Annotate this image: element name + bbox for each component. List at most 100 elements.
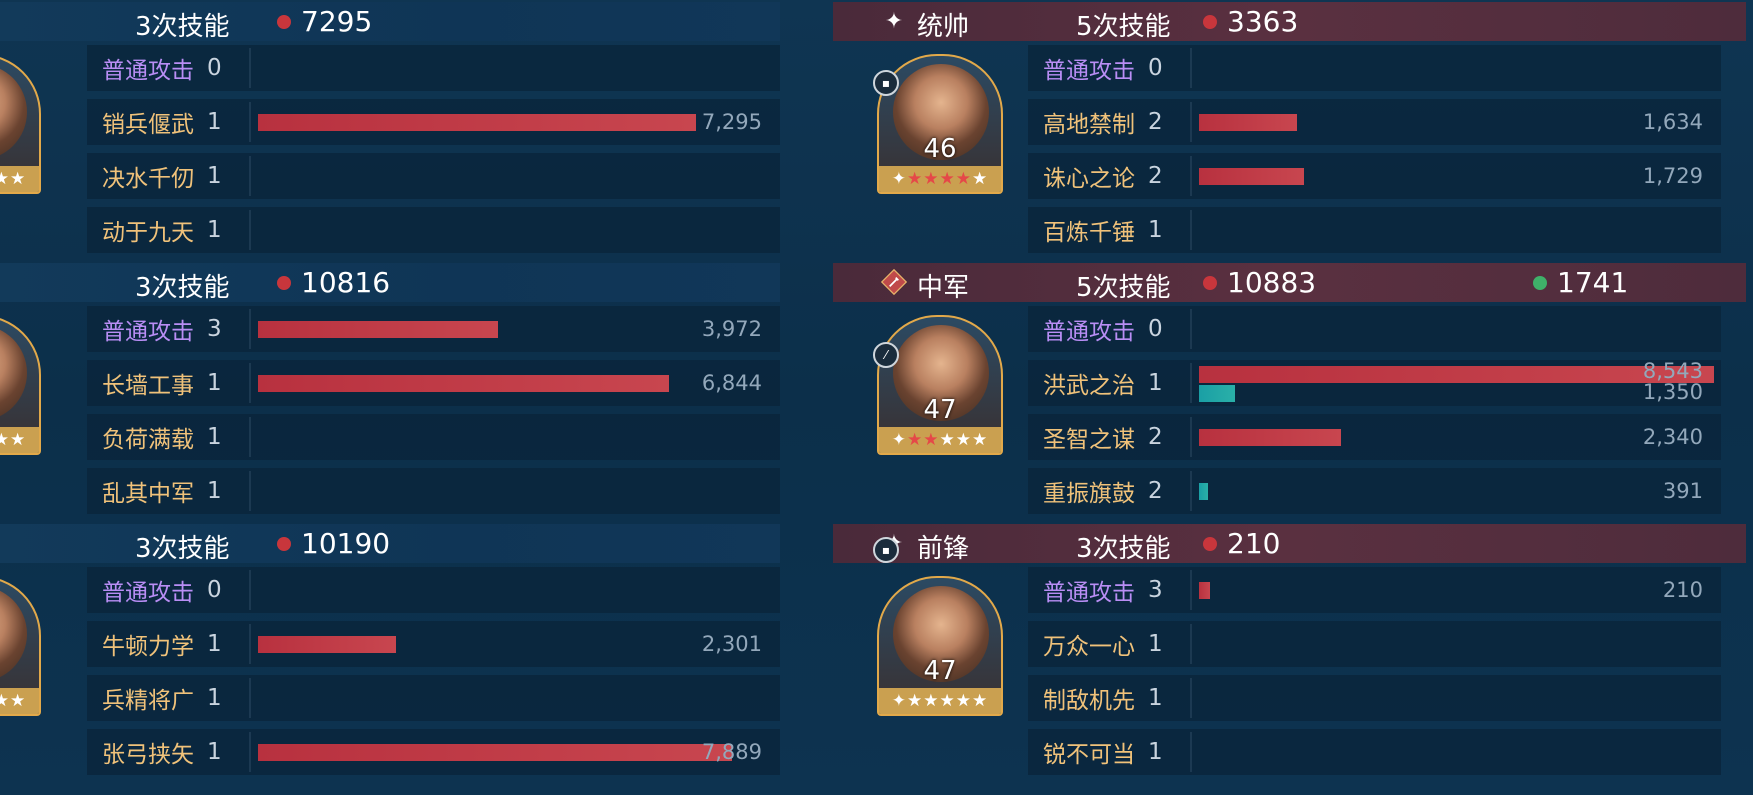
skill-trigger-count: 1 [207, 739, 222, 765]
total-damage: 3363 [1227, 5, 1299, 38]
role-section: 统帅3次技能729546✦★★★★★普通攻击0销兵偃武17,295决水千仞1动于… [0, 0, 780, 261]
row-divider [1190, 156, 1192, 196]
skill-row: 负荷满载 1 [87, 414, 780, 460]
skill-name: 洪武之治 [1043, 373, 1135, 399]
tank-unit-icon: ▪ [873, 70, 899, 96]
skill-trigger-count: 1 [207, 217, 222, 243]
skill-trigger-count: 2 [1148, 109, 1163, 135]
heal-value: 1,350 [1642, 380, 1703, 404]
skill-trigger-count: 2 [1148, 478, 1163, 504]
skill-trigger-count: 0 [207, 577, 222, 603]
star-icon: ★ [923, 691, 940, 711]
role-section: 前锋3次技能1019046✦★★★★★普通攻击0牛顿力学12,301兵精将广1张… [0, 522, 780, 783]
skill-trigger-count: 1 [207, 685, 222, 711]
row-divider [249, 210, 251, 250]
skill-row: 决水千仞 1 [87, 153, 780, 199]
row-divider [249, 156, 251, 196]
total-damage: 7295 [301, 5, 373, 38]
skill-row: 销兵偃武 1 7,295 [87, 99, 780, 145]
hero-level: 47 [923, 395, 957, 425]
skill-trigger-count: 1 [1148, 631, 1163, 657]
skill-trigger-count: 3 [1148, 577, 1163, 603]
skill-trigger-count: 0 [1148, 316, 1163, 342]
star-icon: ★ [907, 691, 924, 711]
row-divider [249, 417, 251, 457]
skill-trigger-count: 1 [207, 163, 222, 189]
skill-name: 制敌机先 [1043, 688, 1135, 714]
skill-row: 锐不可当 1 [1028, 729, 1721, 775]
star-icon: ★ [0, 691, 10, 711]
section-header: 中军3次技能10816 [0, 263, 780, 303]
star-rating: ✦★★★★★ [879, 427, 1001, 453]
skill-name: 乱其中军 [102, 481, 194, 507]
skill-trigger-count: 3 [207, 316, 222, 342]
skill-name: 负荷满载 [102, 427, 194, 453]
skill-row: 普通攻击 0 [87, 45, 780, 91]
total-damage: 10816 [301, 266, 391, 299]
emblem-icon: ✦ [891, 430, 907, 450]
role-section: 中军 5次技能 10883 1741 47 ✦★★★★★ ⁄ 普通攻击 0 洪武之治 1 8,543 1… [833, 261, 1746, 522]
section-header: ✦ 统帅 5次技能 3363 [833, 2, 1746, 42]
damage-value: 8,543 [1642, 359, 1703, 383]
damage-bar [258, 744, 733, 761]
row-divider [1190, 417, 1192, 457]
skill-trigger-count: 1 [1148, 370, 1163, 396]
damage-value: 1,729 [1642, 164, 1703, 188]
skill-trigger-count: 1 [1148, 217, 1163, 243]
skill-row: 万众一心 1 [1028, 621, 1721, 667]
hero-level: 46 [0, 395, 39, 425]
skill-name: 长墙工事 [102, 373, 194, 399]
skill-row: 圣智之谋 2 2,340 [1028, 414, 1721, 460]
section-header: 前锋3次技能10190 [0, 524, 780, 564]
row-divider [1190, 570, 1192, 610]
role-section: 中军3次技能1081646✦★★★★★普通攻击33,972长墙工事16,844负… [0, 261, 780, 522]
hero-level: 47 [923, 656, 957, 686]
heal-bar [1199, 483, 1208, 500]
row-divider [249, 309, 251, 349]
hero-portrait[interactable]: 46✦★★★★★ [0, 576, 41, 716]
skill-name: 普通攻击 [102, 58, 194, 84]
star-icon: ★ [939, 430, 956, 450]
damage-bar [258, 114, 696, 131]
star-rating: ✦★★★★★ [879, 688, 1001, 714]
damage-value: 7,889 [701, 740, 762, 764]
right-team-panel: ✦ 统帅 5次技能 3363 46 ✦★★★★★ ▪ 普通攻击 0 高地禁制 2 1,634 诛心之论 2… [833, 0, 1746, 795]
hero-level: 46 [0, 656, 39, 686]
skill-row: 洪武之治 1 8,543 1,350 [1028, 360, 1721, 406]
emblem-icon: ✦ [891, 169, 907, 189]
sparkle-icon: ✦ [884, 8, 904, 34]
skill-name: 百炼千锤 [1043, 220, 1135, 246]
skill-trigger-count: 2 [1148, 163, 1163, 189]
star-icon: ★ [955, 169, 972, 189]
role-label: 中军 [917, 273, 970, 303]
hero-portrait[interactable]: 47 ✦★★★★★ [877, 576, 1003, 716]
total-damage: 10190 [301, 527, 391, 560]
damage-value: 210 [1662, 578, 1703, 602]
damage-bar [1199, 429, 1341, 446]
damage-dot-icon [277, 15, 291, 29]
skill-row: 普通攻击 0 [87, 567, 780, 613]
tank-unit-icon: ▪ [873, 537, 899, 563]
hero-portrait[interactable]: 47 ✦★★★★★ [877, 315, 1003, 455]
role-section: ✦ 统帅 5次技能 3363 46 ✦★★★★★ ▪ 普通攻击 0 高地禁制 2 1,634 诛心之论 2… [833, 0, 1746, 261]
star-icon: ★ [907, 169, 924, 189]
hero-portrait[interactable]: 46✦★★★★★ [0, 315, 41, 455]
skill-trigger-count: 1 [207, 424, 222, 450]
skill-trigger-count: 1 [1148, 739, 1163, 765]
damage-bar [1199, 366, 1714, 383]
row-divider [1190, 363, 1192, 403]
skill-row: 牛顿力学 1 2,301 [87, 621, 780, 667]
skill-row: 兵精将广 1 [87, 675, 780, 721]
skill-trigger-count: 1 [1148, 685, 1163, 711]
star-icon: ★ [0, 430, 10, 450]
star-icon: ★ [972, 169, 989, 189]
hero-portrait[interactable]: 46✦★★★★★ [0, 54, 41, 194]
damage-dot-icon [1203, 537, 1217, 551]
skill-trigger-count: 1 [207, 631, 222, 657]
skill-row: 普通攻击 0 [1028, 306, 1721, 352]
skill-row: 普通攻击 3 3,972 [87, 306, 780, 352]
row-divider [1190, 471, 1192, 511]
skill-name: 普通攻击 [1043, 319, 1135, 345]
skill-name: 牛顿力学 [102, 634, 194, 660]
row-divider [1190, 732, 1192, 772]
